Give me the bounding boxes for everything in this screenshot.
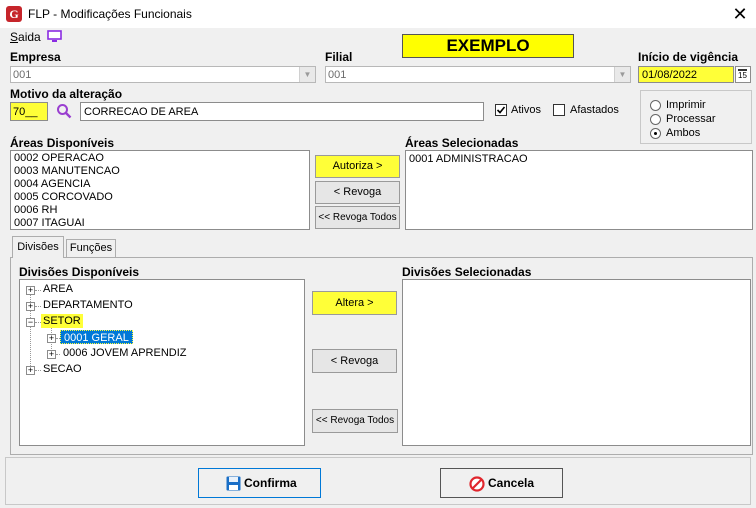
vigencia-value: 01/08/2022	[642, 69, 698, 81]
processar-radio[interactable]	[650, 114, 661, 125]
divisoes-disponiveis-label: Divisões Disponíveis	[19, 265, 140, 279]
motivo-label: Motivo da alteração	[10, 87, 123, 101]
tree-node-secao[interactable]: SECAO	[43, 363, 82, 375]
motivo-description-value: CORRECAO DE AREA	[84, 106, 199, 118]
ambos-label: Ambos	[666, 127, 701, 139]
list-item[interactable]: 0002 OPERACAO	[14, 152, 104, 164]
divisoes-tree[interactable]: + AREA + DEPARTAMENTO − SETOR + 0001 GER…	[19, 279, 305, 446]
list-item[interactable]: 0006 RH	[14, 204, 57, 216]
tree-node-departamento[interactable]: DEPARTAMENTO	[43, 299, 133, 311]
list-item[interactable]: 0004 AGENCIA	[14, 178, 90, 190]
tree-node-area[interactable]: AREA	[43, 283, 73, 295]
empresa-select[interactable]: 001 ▼	[10, 66, 316, 83]
revoga-button[interactable]: < Revoga	[315, 181, 400, 204]
exemplo-banner: EXEMPLO	[402, 34, 574, 58]
empresa-value: 001	[13, 69, 32, 81]
search-icon[interactable]	[56, 103, 72, 119]
ativos-checkbox[interactable]	[495, 104, 507, 116]
expand-icon[interactable]: +	[26, 286, 35, 295]
calendar-button[interactable]: 15	[735, 66, 751, 83]
tree-line	[56, 354, 60, 355]
tree-line	[35, 290, 41, 291]
tab-funcoes[interactable]: Funções	[66, 239, 116, 257]
filial-label: Filial	[325, 50, 353, 64]
tab-divisoes[interactable]: Divisões	[12, 236, 64, 258]
filial-select[interactable]: 001 ▼	[325, 66, 631, 83]
imprimir-label: Imprimir	[666, 99, 706, 111]
vigencia-label: Início de vigência	[638, 50, 739, 64]
chevron-down-icon[interactable]: ▼	[614, 67, 630, 82]
checkmark-icon	[496, 106, 506, 114]
close-button[interactable]: ✕	[726, 2, 754, 26]
afastados-label: Afastados	[570, 104, 619, 116]
list-item[interactable]: 0005 CORCOVADO	[14, 191, 113, 203]
expand-icon[interactable]: +	[47, 350, 56, 359]
tree-node-jovem-aprendiz[interactable]: 0006 JOVEM APRENDIZ	[63, 347, 187, 359]
ativos-label: Ativos	[511, 104, 541, 116]
menu-saida[interactable]: Saida	[10, 30, 41, 44]
ambos-radio[interactable]	[650, 128, 661, 139]
confirma-button[interactable]: Confirma	[198, 468, 321, 498]
calendar-icon: 15	[738, 69, 747, 80]
menu-saida-accel: S	[10, 30, 19, 44]
afastados-checkbox[interactable]	[553, 104, 565, 116]
expand-icon[interactable]: +	[26, 302, 35, 311]
revoga-todos-divisao-button[interactable]: << Revoga Todos	[312, 409, 398, 433]
imprimir-radio[interactable]	[650, 100, 661, 111]
divisoes-selecionadas-list[interactable]	[402, 279, 751, 446]
list-item[interactable]: 0001 ADMINISTRACAO	[409, 153, 528, 165]
tree-line	[35, 306, 41, 307]
list-item[interactable]: 0003 MANUTENCAO	[14, 165, 120, 177]
motivo-code-input[interactable]: 70__	[10, 102, 48, 121]
save-icon	[226, 476, 241, 491]
action-radio-group: Imprimir Processar Ambos	[640, 90, 752, 144]
autoriza-button[interactable]: Autoriza >	[315, 155, 400, 178]
list-item[interactable]: 0007 ITAGUAI	[14, 217, 85, 229]
tree-node-geral[interactable]: 0001 GERAL	[60, 330, 133, 344]
chevron-down-icon[interactable]: ▼	[299, 67, 315, 82]
tree-line	[35, 370, 41, 371]
revoga-divisao-button[interactable]: < Revoga	[312, 349, 397, 373]
altera-button[interactable]: Altera >	[312, 291, 397, 315]
areas-disponiveis-list[interactable]: 0002 OPERACAO 0003 MANUTENCAO 0004 AGENC…	[10, 150, 310, 230]
footer-panel	[5, 457, 751, 505]
confirma-label: Confirma	[244, 476, 297, 490]
areas-disponiveis-label: Áreas Disponíveis	[10, 136, 115, 150]
cancel-icon	[469, 476, 485, 492]
monitor-icon[interactable]	[47, 30, 62, 43]
cancela-label: Cancela	[488, 476, 535, 490]
motivo-description-field[interactable]: CORRECAO DE AREA	[80, 102, 484, 121]
app-logo-icon: G	[6, 6, 22, 22]
processar-label: Processar	[666, 113, 716, 125]
expand-icon[interactable]: +	[26, 366, 35, 375]
areas-selecionadas-list[interactable]: 0001 ADMINISTRACAO	[405, 150, 753, 230]
vigencia-date-input[interactable]: 01/08/2022	[638, 66, 734, 83]
filial-value: 001	[328, 69, 347, 81]
collapse-icon[interactable]: −	[26, 318, 35, 327]
revoga-todos-button[interactable]: << Revoga Todos	[315, 206, 400, 229]
title-bar: G FLP - Modificações Funcionais ✕	[0, 0, 756, 28]
areas-selecionadas-label: Áreas Selecionadas	[405, 136, 519, 150]
cancela-button[interactable]: Cancela	[440, 468, 563, 498]
tree-node-setor[interactable]: SETOR	[41, 314, 83, 328]
menu-saida-label: aida	[18, 30, 41, 44]
window-title: FLP - Modificações Funcionais	[28, 7, 192, 21]
empresa-label: Empresa	[10, 50, 61, 64]
divisoes-selecionadas-label: Divisões Selecionadas	[402, 265, 532, 279]
expand-icon[interactable]: +	[47, 334, 56, 343]
motivo-code-value: 70__	[13, 106, 38, 118]
